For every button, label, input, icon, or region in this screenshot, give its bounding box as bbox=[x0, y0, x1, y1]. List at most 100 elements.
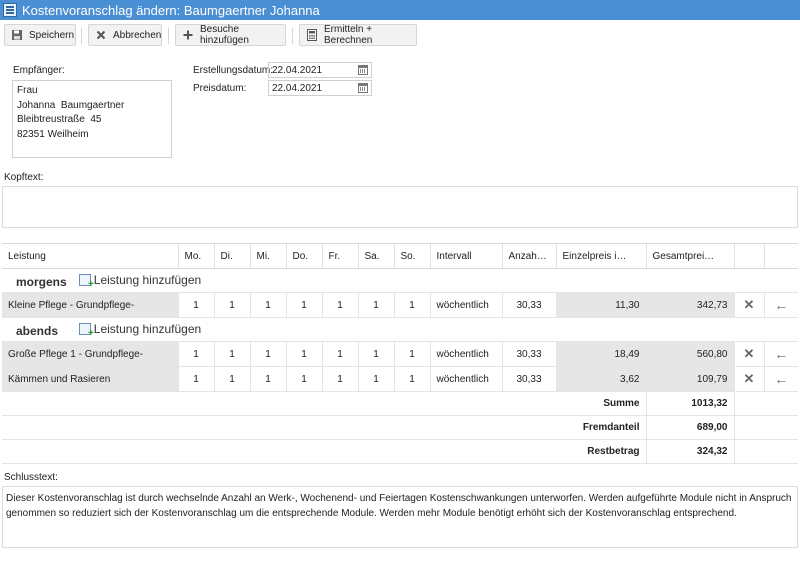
calculate-label: Ermitteln + Berechnen bbox=[324, 24, 373, 46]
column-header[interactable]: Di. bbox=[213, 243, 250, 269]
service-cell[interactable]: Kleine Pflege - Grundpflege- bbox=[2, 292, 178, 318]
unit-price-cell: 3,62 bbox=[555, 366, 646, 392]
closing-text-field[interactable]: Dieser Kostenvoranschlag ist durch wechs… bbox=[2, 486, 798, 548]
sum-value: 1013,32 bbox=[645, 391, 735, 416]
table-row[interactable]: Kleine Pflege - Grundpflege- 1 1 1 1 1 1… bbox=[2, 292, 798, 318]
close-icon: ✕ bbox=[743, 371, 755, 386]
day-cell-fr[interactable]: 1 bbox=[321, 341, 358, 367]
day-cell-mo[interactable]: 1 bbox=[177, 292, 214, 318]
day-cell-di[interactable]: 1 bbox=[213, 366, 250, 392]
day-cell-mo[interactable]: 1 bbox=[177, 341, 214, 367]
plus-icon bbox=[182, 29, 194, 41]
add-visits-button[interactable]: Besuche hinzufügen bbox=[175, 24, 286, 46]
remaining-amount-label: Restbetrag bbox=[2, 439, 646, 464]
column-header[interactable]: Mo. bbox=[177, 243, 214, 269]
service-cell[interactable]: Große Pflege 1 - Grundpflege- bbox=[2, 341, 178, 367]
recipient-field[interactable]: Frau Johanna Baumgaertner Bleibtreustraß… bbox=[12, 80, 172, 158]
interval-cell[interactable]: wöchentlich bbox=[429, 341, 502, 367]
day-cell-sa[interactable]: 1 bbox=[357, 292, 394, 318]
created-date-field[interactable]: 22.04.2021 bbox=[268, 62, 372, 78]
cancel-label: Abbrechen bbox=[113, 29, 162, 41]
column-header bbox=[763, 243, 798, 269]
day-cell-fr[interactable]: 1 bbox=[321, 366, 358, 392]
column-header[interactable]: Sa. bbox=[357, 243, 394, 269]
save-button[interactable]: Speichern bbox=[4, 24, 76, 46]
day-cell-mo[interactable]: 1 bbox=[177, 366, 214, 392]
column-header[interactable]: Fr. bbox=[321, 243, 358, 269]
arrow-left-icon: ← bbox=[774, 371, 789, 387]
save-label: Speichern bbox=[29, 29, 75, 41]
add-service-link[interactable]: Leistung hinzufügen bbox=[78, 322, 201, 339]
group-row-morgens: morgens Leistung hinzufügen bbox=[2, 268, 798, 293]
column-header[interactable]: Einzelpreis i… bbox=[555, 243, 646, 269]
price-date-field[interactable]: 22.04.2021 bbox=[268, 80, 372, 96]
calculator-icon bbox=[306, 29, 318, 41]
toolbar-separator bbox=[81, 28, 82, 44]
move-row-button[interactable]: ← bbox=[763, 292, 798, 318]
close-icon: ✕ bbox=[743, 346, 755, 361]
window-title: Kostenvoranschlag ändern: Baumgaertner J… bbox=[22, 2, 320, 18]
day-cell-di[interactable]: 1 bbox=[213, 341, 250, 367]
day-cell-so[interactable]: 1 bbox=[393, 366, 430, 392]
column-header[interactable]: Do. bbox=[285, 243, 322, 269]
price-date-value: 22.04.2021 bbox=[272, 82, 323, 94]
add-document-icon bbox=[78, 322, 94, 339]
day-cell-so[interactable]: 1 bbox=[393, 292, 430, 318]
day-cell-di[interactable]: 1 bbox=[213, 292, 250, 318]
column-header[interactable]: So. bbox=[393, 243, 430, 269]
count-cell: 30,33 bbox=[501, 366, 556, 392]
table-row[interactable]: Kämmen und Rasieren 1 1 1 1 1 1 1 wöchen… bbox=[2, 366, 798, 392]
delete-row-button[interactable]: ✕ bbox=[733, 366, 764, 392]
day-cell-so[interactable]: 1 bbox=[393, 341, 430, 367]
day-cell-mi[interactable]: 1 bbox=[249, 341, 286, 367]
service-cell[interactable]: Kämmen und Rasieren bbox=[2, 366, 178, 392]
day-cell-do[interactable]: 1 bbox=[285, 366, 322, 392]
remaining-amount-value: 324,32 bbox=[645, 439, 735, 464]
close-icon: ✕ bbox=[743, 297, 755, 312]
day-cell-mi[interactable]: 1 bbox=[249, 366, 286, 392]
column-header[interactable]: Gesamtprei… bbox=[645, 243, 734, 269]
move-row-button[interactable]: ← bbox=[763, 366, 798, 392]
move-row-button[interactable]: ← bbox=[763, 341, 798, 367]
total-price-cell: 342,73 bbox=[645, 292, 734, 318]
day-cell-fr[interactable]: 1 bbox=[321, 292, 358, 318]
header-text-label: Kopftext: bbox=[4, 172, 44, 183]
column-header[interactable]: Anzah… bbox=[501, 243, 556, 269]
arrow-left-icon: ← bbox=[774, 346, 789, 362]
price-date-label: Preisdatum: bbox=[193, 83, 247, 94]
column-header[interactable]: Leistung bbox=[2, 243, 178, 269]
count-cell: 30,33 bbox=[501, 341, 556, 367]
table-row[interactable]: Große Pflege 1 - Grundpflege- 1 1 1 1 1 … bbox=[2, 341, 798, 367]
table-header: Leistung Mo. Di. Mi. Do. Fr. Sa. So. Int… bbox=[2, 243, 798, 269]
count-cell: 30,33 bbox=[501, 292, 556, 318]
day-cell-sa[interactable]: 1 bbox=[357, 366, 394, 392]
external-share-label: Fremdanteil bbox=[2, 415, 646, 440]
header-text-field[interactable] bbox=[2, 186, 798, 228]
day-cell-do[interactable]: 1 bbox=[285, 292, 322, 318]
close-icon bbox=[95, 29, 107, 41]
calendar-icon[interactable] bbox=[358, 65, 368, 75]
cancel-button[interactable]: Abbrechen bbox=[88, 24, 162, 46]
delete-row-button[interactable]: ✕ bbox=[733, 341, 764, 367]
group-label: morgens bbox=[16, 274, 67, 289]
column-header[interactable]: Mi. bbox=[249, 243, 286, 269]
calculate-button[interactable]: Ermitteln + Berechnen bbox=[299, 24, 417, 46]
total-price-cell: 560,80 bbox=[645, 341, 734, 367]
day-cell-do[interactable]: 1 bbox=[285, 341, 322, 367]
day-cell-mi[interactable]: 1 bbox=[249, 292, 286, 318]
remaining-amount-row: Restbetrag 324,32 bbox=[2, 439, 798, 464]
unit-price-cell: 11,30 bbox=[555, 292, 646, 318]
calendar-icon[interactable] bbox=[358, 83, 368, 93]
group-row-abends: abends Leistung hinzufügen bbox=[2, 317, 798, 342]
total-price-cell: 109,79 bbox=[645, 366, 734, 392]
interval-cell[interactable]: wöchentlich bbox=[429, 292, 502, 318]
add-service-link[interactable]: Leistung hinzufügen bbox=[78, 273, 201, 290]
interval-cell[interactable]: wöchentlich bbox=[429, 366, 502, 392]
arrow-left-icon: ← bbox=[774, 297, 789, 313]
day-cell-sa[interactable]: 1 bbox=[357, 341, 394, 367]
document-icon bbox=[3, 3, 17, 17]
toolbar: Speichern Abbrechen Besuche hinzufügen E… bbox=[0, 24, 800, 48]
column-header[interactable]: Intervall bbox=[429, 243, 502, 269]
delete-row-button[interactable]: ✕ bbox=[733, 292, 764, 318]
toolbar-separator bbox=[168, 28, 169, 44]
